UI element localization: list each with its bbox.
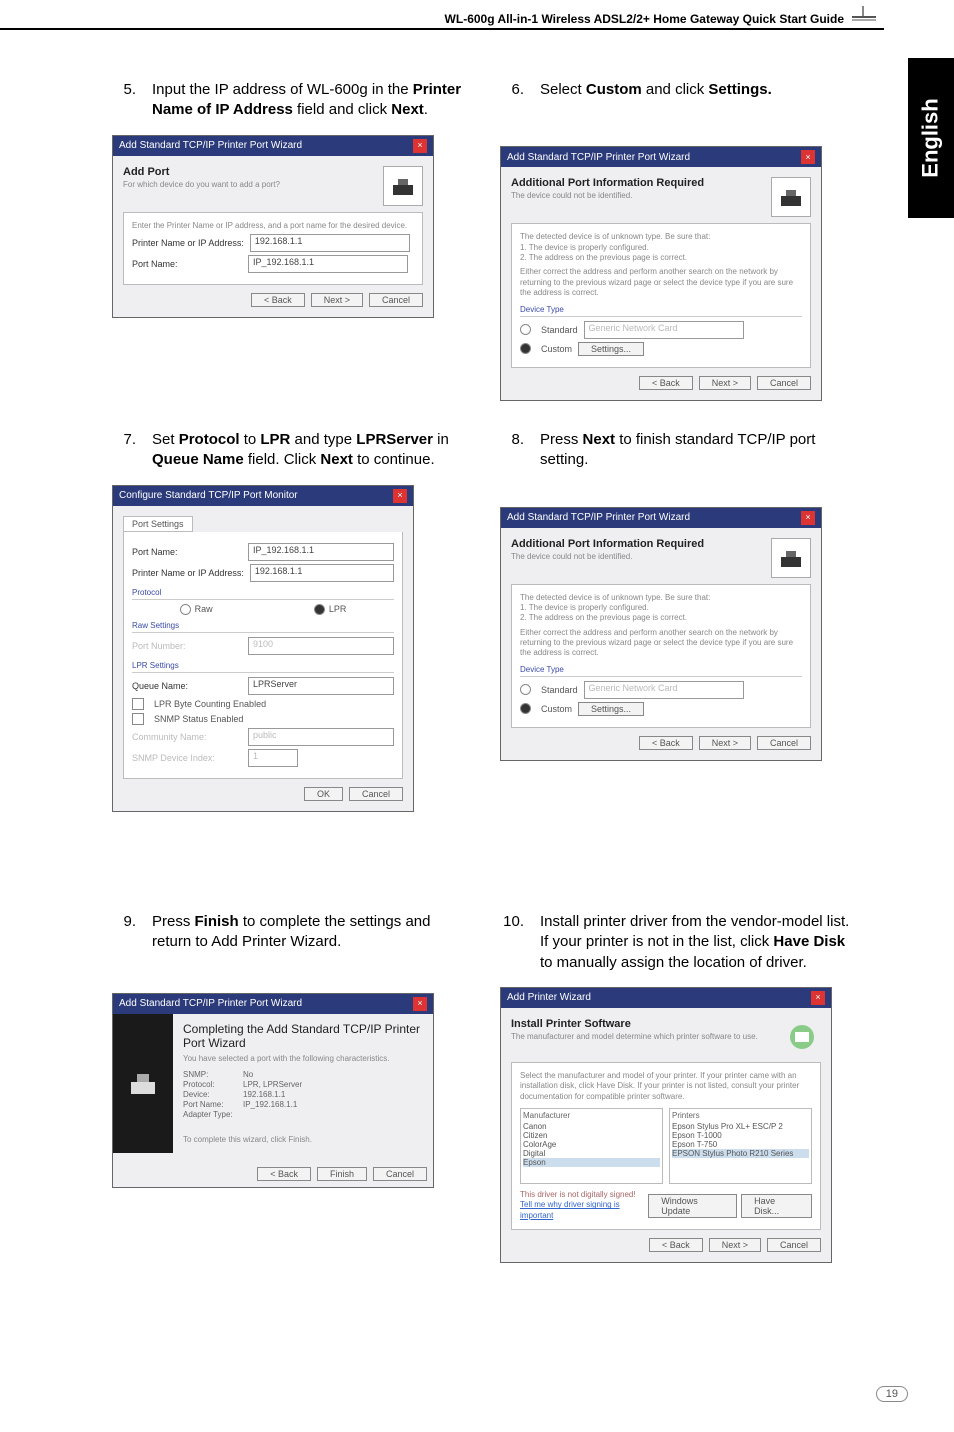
cancel-button[interactable]: Cancel [349,787,403,801]
standard-radio[interactable] [520,324,531,335]
doc-header-title: WL-600g All-in-1 Wireless ADSL2/2+ Home … [445,12,844,26]
printer-icon [783,1018,821,1056]
screenshot-step6: Add Standard TCP/IP Printer Port Wizard×… [500,146,822,400]
back-button[interactable]: < Back [639,376,693,390]
step-5: 5. Input the IP address of WL-600g in th… [112,80,472,121]
close-icon[interactable]: × [801,150,815,164]
wizard-sidebar-image [113,1014,173,1154]
step-8: 8. Press Next to finish standard TCP/IP … [500,430,860,471]
custom-radio[interactable] [520,343,531,354]
lpr-radio[interactable] [314,604,325,615]
screenshot-step7: Configure Standard TCP/IP Port Monitor× … [112,485,414,812]
next-button[interactable]: Next > [699,376,751,390]
page-number: 19 [876,1386,908,1402]
header-gateway-icon [852,6,876,24]
lpr-bytecount-checkbox[interactable] [132,698,144,710]
step-7: 7. Set Protocol to LPR and type LPRServe… [112,430,472,471]
language-tab: English [908,58,954,218]
back-button[interactable]: < Back [251,293,305,307]
screenshot-step5: Add Standard TCP/IP Printer Port Wizard×… [112,135,434,318]
printers-list[interactable]: Printers Epson Stylus Pro XL+ ESC/P 2Eps… [669,1108,812,1184]
have-disk-button[interactable]: Have Disk... [741,1194,812,1218]
close-icon[interactable]: × [413,139,427,153]
settings-button[interactable]: Settings... [578,342,644,356]
close-icon[interactable]: × [811,991,825,1005]
printer-ip-input[interactable]: 192.168.1.1 [250,234,410,252]
cancel-button[interactable]: Cancel [369,293,423,307]
back-button[interactable]: < Back [257,1167,311,1181]
port-name-input[interactable]: IP_192.168.1.1 [248,543,394,561]
printer-port-icon [771,538,811,578]
back-button[interactable]: < Back [649,1238,703,1252]
signing-info-link[interactable]: Tell me why driver signing is important [520,1200,648,1221]
printer-address-input[interactable]: 192.168.1.1 [250,564,394,582]
settings-button[interactable]: Settings... [578,702,644,716]
snmp-checkbox[interactable] [132,713,144,725]
cancel-button[interactable]: Cancel [373,1167,427,1181]
manufacturer-list[interactable]: Manufacturer CanonCitizenColorAgeDigital… [520,1108,663,1184]
cancel-button[interactable]: Cancel [767,1238,821,1252]
windows-update-button[interactable]: Windows Update [648,1194,737,1218]
close-icon[interactable]: × [413,997,427,1011]
tab-port-settings[interactable]: Port Settings [123,516,193,532]
raw-radio[interactable] [180,604,191,615]
step-6: 6. Select Custom and click Settings. [500,80,860,100]
close-icon[interactable]: × [801,511,815,525]
printer-port-icon [383,166,423,206]
close-icon[interactable]: × [393,489,407,503]
next-button[interactable]: Next > [311,293,363,307]
finish-button[interactable]: Finish [317,1167,367,1181]
screenshot-step10: Add Printer Wizard× Install Printer Soft… [500,987,832,1263]
ok-button[interactable]: OK [304,787,343,801]
next-button[interactable]: Next > [709,1238,761,1252]
step-10: 10. Install printer driver from the vend… [500,912,860,973]
step-9: 9. Press Finish to complete the settings… [112,912,472,953]
port-name-input[interactable]: IP_192.168.1.1 [248,255,408,273]
custom-radio[interactable] [520,703,531,714]
back-button[interactable]: < Back [639,736,693,750]
next-button[interactable]: Next > [699,736,751,750]
screenshot-step9: Add Standard TCP/IP Printer Port Wizard×… [112,993,434,1189]
screenshot-step8: Add Standard TCP/IP Printer Port Wizard×… [500,507,822,761]
printer-port-icon [771,177,811,217]
cancel-button[interactable]: Cancel [757,736,811,750]
queue-name-input[interactable]: LPRServer [248,677,394,695]
cancel-button[interactable]: Cancel [757,376,811,390]
standard-radio[interactable] [520,684,531,695]
